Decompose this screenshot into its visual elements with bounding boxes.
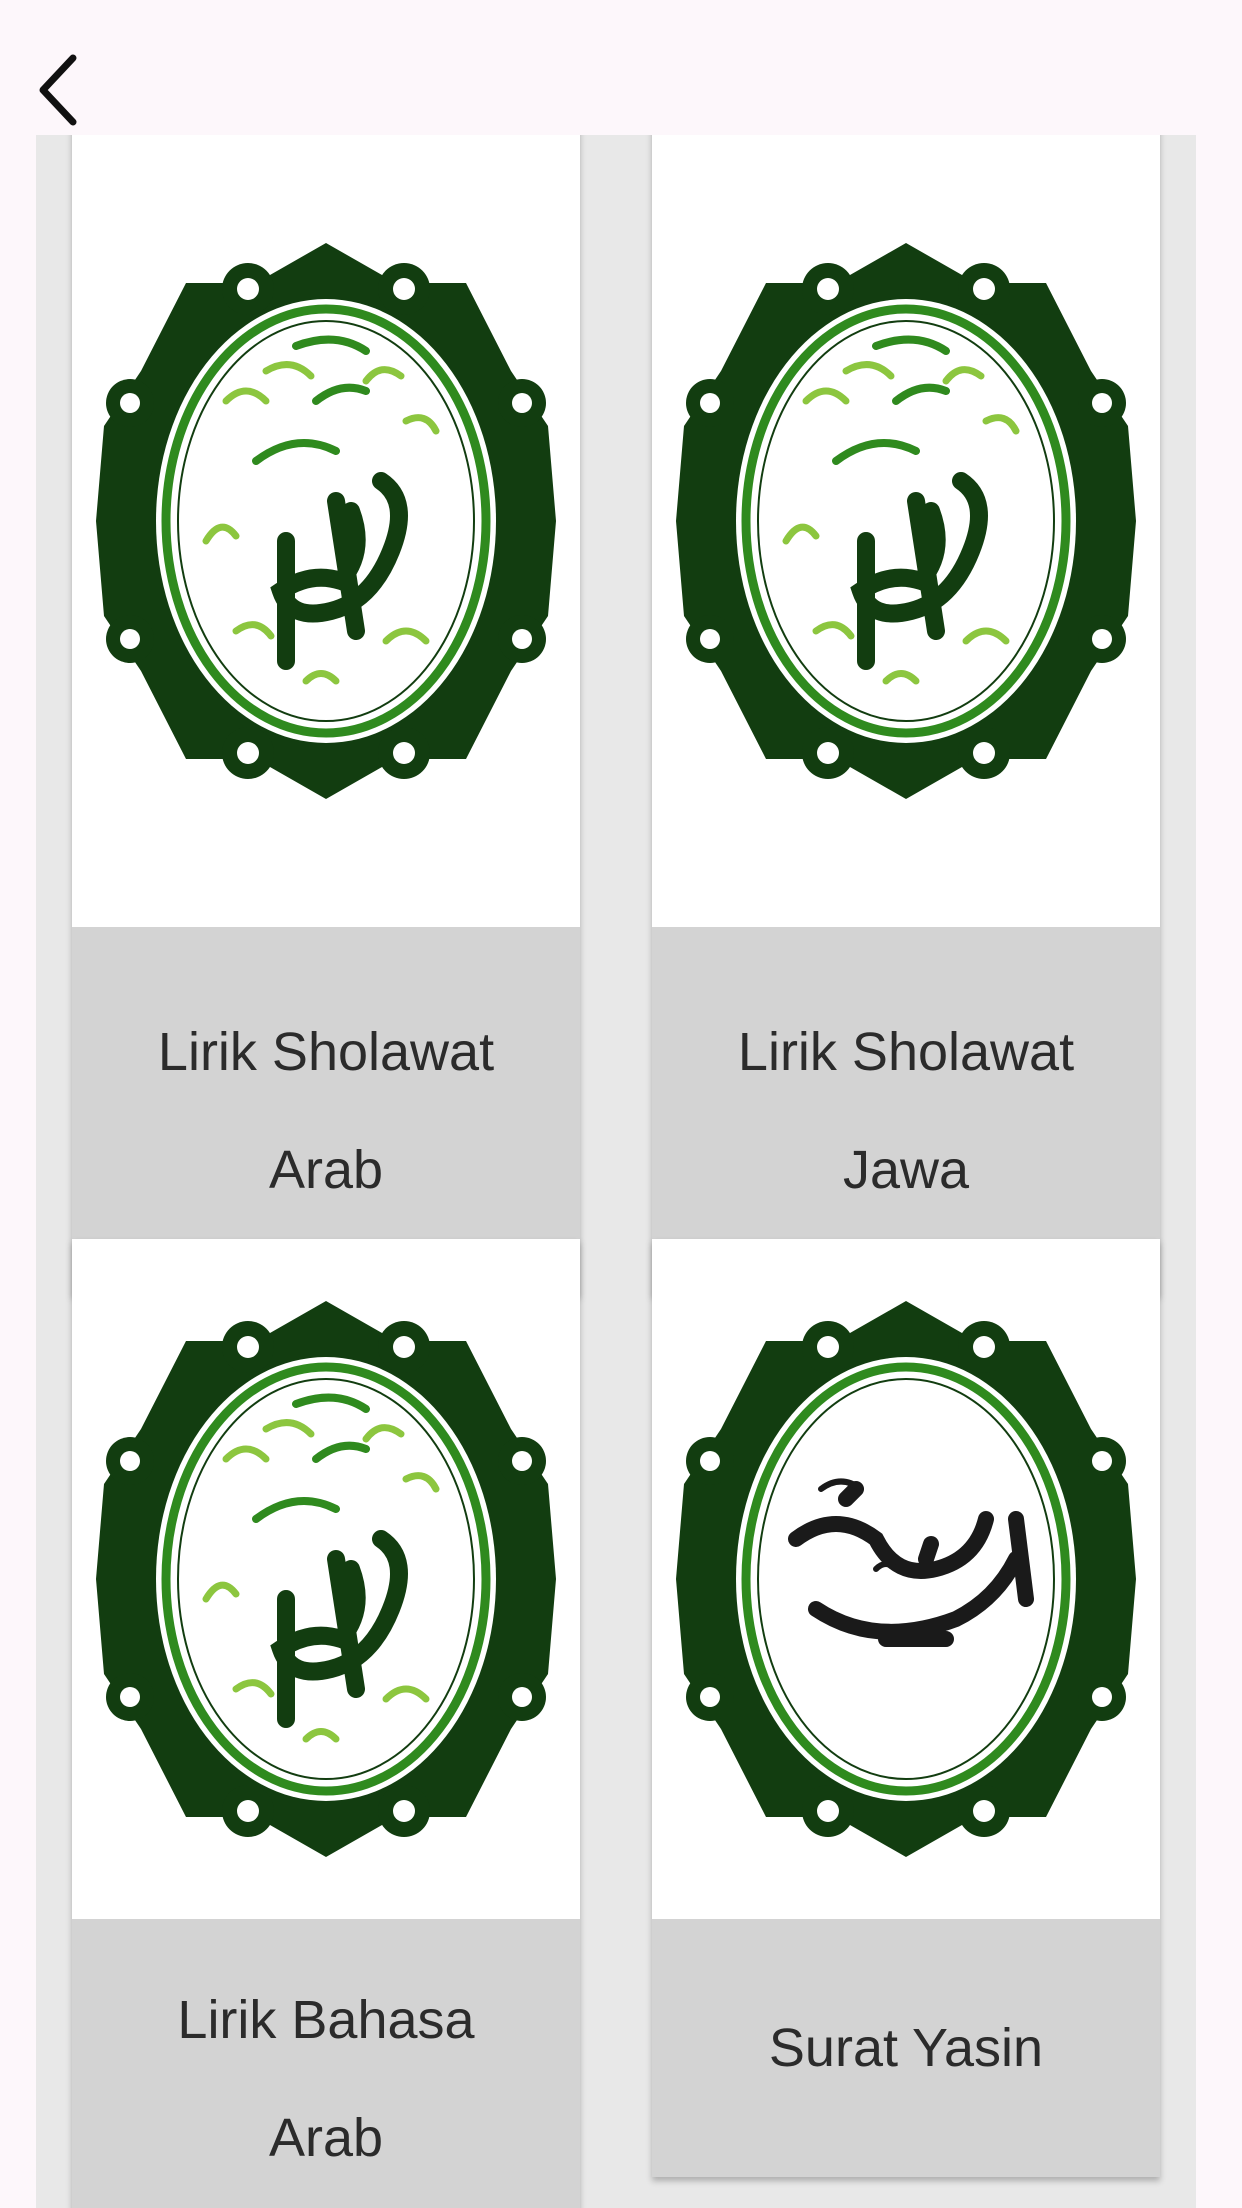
menu-grid: Lirik Sholawat Arab Lirik Sholawat Jawa — [36, 135, 1196, 2208]
app-bar — [0, 0, 1242, 135]
chevron-left-icon — [39, 54, 77, 126]
card-image — [652, 1239, 1160, 1919]
menu-card-lirik-sholawat-jawa[interactable]: Lirik Sholawat Jawa — [652, 135, 1160, 1295]
muhammad-calligraphy-emblem-icon — [96, 1249, 556, 1909]
menu-card-lirik-sholawat-arab[interactable]: Lirik Sholawat Arab — [72, 135, 580, 1295]
muhammad-calligraphy-emblem-icon — [96, 191, 556, 851]
card-image — [72, 1239, 580, 1919]
card-image — [652, 135, 1160, 927]
card-label: Surat Yasin — [768, 2018, 1044, 2078]
menu-card-surat-yasin[interactable]: Surat Yasin — [652, 1239, 1160, 2177]
card-label: Lirik Bahasa Arab — [177, 1990, 475, 2168]
card-label: Lirik Sholawat Arab — [157, 1022, 495, 1200]
card-label-area: Surat Yasin — [652, 1919, 1160, 2177]
card-label-area: Lirik Bahasa Arab — [72, 1919, 580, 2208]
menu-card-lirik-bahasa-arab[interactable]: Lirik Bahasa Arab — [72, 1239, 580, 2208]
yasin-calligraphy-emblem-icon — [676, 1249, 1136, 1909]
muhammad-calligraphy-emblem-icon — [676, 191, 1136, 851]
card-image — [72, 135, 580, 927]
back-button[interactable] — [18, 40, 98, 140]
card-label: Lirik Sholawat Jawa — [737, 1022, 1075, 1200]
